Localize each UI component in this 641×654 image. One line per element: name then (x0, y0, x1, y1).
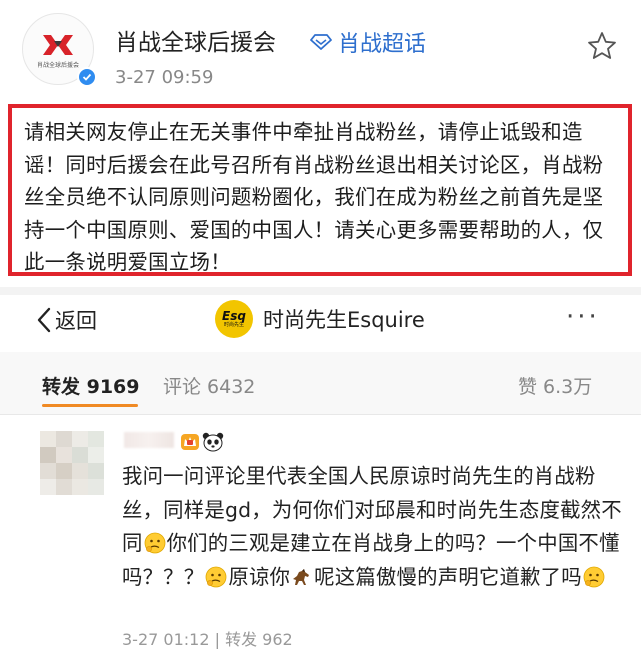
crown-badge-icon (181, 434, 199, 450)
section-divider (0, 287, 641, 295)
esquire-logo-subtext: 时尚先生 (223, 321, 244, 328)
chaohua-link[interactable]: 肖战超话 (310, 26, 426, 58)
avatar-logo-text: 肖战全球后援会 (36, 62, 79, 69)
repost-username-blurred[interactable] (124, 432, 174, 448)
esquire-logo-text: Esq (222, 308, 246, 323)
repost-avatar[interactable] (40, 431, 104, 495)
tabs-divider (0, 414, 641, 415)
nav-title[interactable]: Esq 时尚先生 时尚先生Esquire (215, 300, 425, 338)
post-time: 3-27 09:59 (115, 67, 214, 88)
repost-meta: 3-27 01:12 | 转发 962 (122, 630, 293, 649)
tab-like[interactable]: 赞 6.3万 (518, 372, 592, 399)
tab-active-indicator (42, 404, 138, 407)
repost-text-part: 原谅你 (228, 564, 291, 589)
back-button[interactable]: 返回 (37, 305, 97, 335)
repost-text: 我问一问评论里代表全国人民原谅时尚先生的肖战粉丝，同样是gd，为何你们对邱晨和时… (122, 460, 622, 594)
tab-repost[interactable]: 转发 9169 (42, 372, 140, 399)
nav-title-text: 时尚先生Esquire (263, 308, 425, 332)
post-body-text: 请相关网友停止在无关事件中牵扯肖战粉丝，请停止诋毁和造谣！同时后援会在此号召所有… (24, 120, 604, 274)
horse-emoji-icon (293, 568, 310, 585)
back-label: 返回 (55, 309, 97, 333)
panda-icon (202, 432, 224, 452)
repost-text-part: 呢这篇傲慢的声明它道歉了吗 (314, 564, 582, 589)
post-author-name[interactable]: 肖战全球后援会 (115, 23, 276, 57)
more-icon[interactable]: ··· (566, 304, 600, 330)
fan-club-logo-icon (43, 35, 73, 55)
post-avatar[interactable]: 肖战全球后援会 (22, 13, 97, 87)
post-body-highlighted: 请相关网友停止在无关事件中牵扯肖战粉丝，请停止诋毁和造谣！同时后援会在此号召所有… (8, 104, 632, 276)
tab-comment[interactable]: 评论 6432 (163, 372, 255, 399)
chevron-left-icon (37, 307, 51, 333)
chaohua-label: 肖战超话 (338, 32, 427, 57)
thinking-emoji-icon (583, 566, 605, 587)
esquire-logo-icon: Esq 时尚先生 (215, 300, 253, 338)
thinking-emoji-icon (205, 566, 227, 587)
thinking-emoji-icon (144, 532, 165, 554)
star-icon[interactable] (587, 31, 617, 61)
verified-icon (77, 67, 97, 87)
diamond-icon (310, 34, 332, 50)
